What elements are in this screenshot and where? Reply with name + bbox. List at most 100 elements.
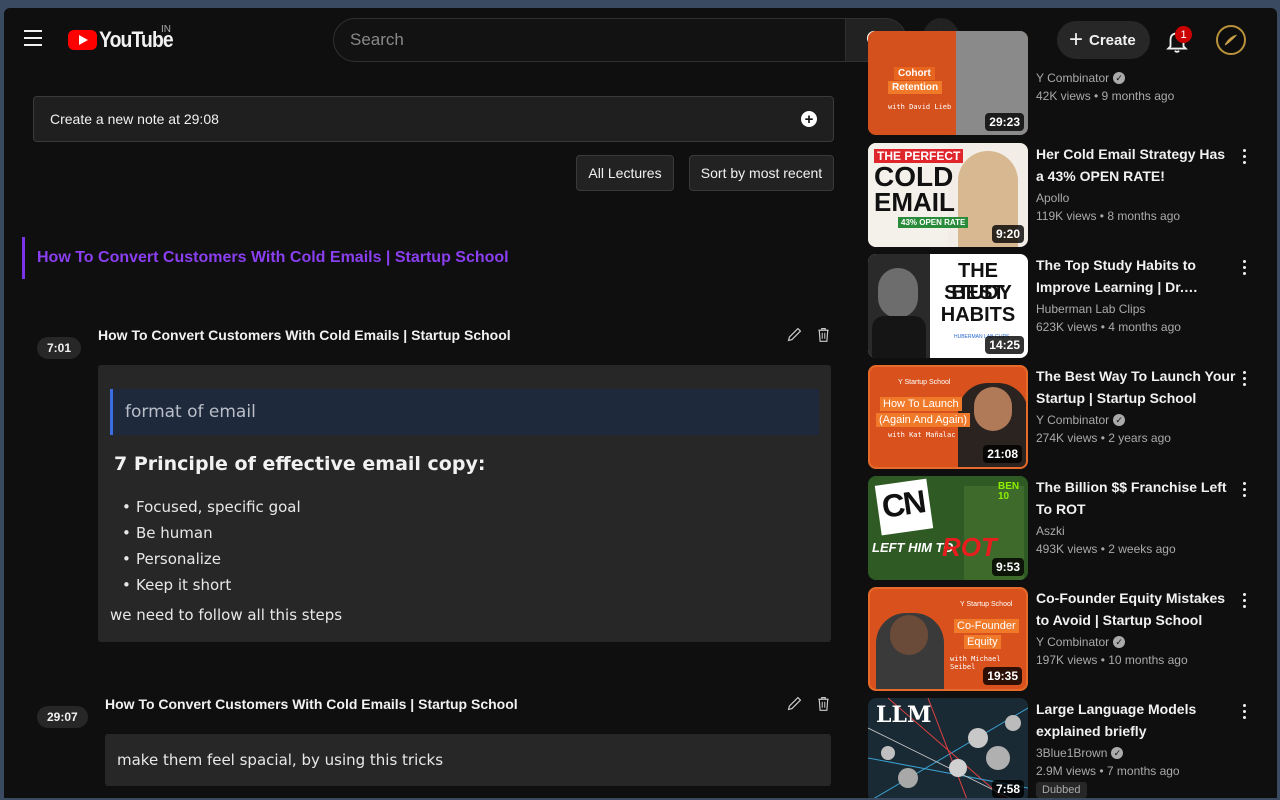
channel-label: Y Combinator: [1036, 413, 1110, 427]
search-input[interactable]: [350, 30, 845, 50]
recommendation-card[interactable]: THE PERFECT COLD EMAIL 43% OPEN RATE 9:2…: [868, 143, 1268, 247]
video-thumbnail[interactable]: CN BEN 10 LEFT HIM TO ROT 9:53: [868, 476, 1028, 580]
add-note-icon[interactable]: +: [801, 111, 817, 127]
edit-pencil-icon[interactable]: [786, 695, 803, 712]
app-window: YouTube IN + Create 1 Create a new note …: [4, 8, 1277, 798]
thumbnail-text: Cohort: [894, 67, 935, 80]
video-duration: 7:58: [991, 780, 1024, 798]
channel-name[interactable]: Huberman Lab Clips: [1036, 302, 1236, 316]
video-thumbnail[interactable]: Cohort Retention with David Lieb 29:23: [868, 31, 1028, 135]
thumbnail-text: Retention: [888, 81, 943, 94]
note-timestamp[interactable]: 7:01: [37, 337, 82, 359]
channel-name[interactable]: Y Combinator ✓: [1036, 635, 1236, 649]
video-info: Large Language Models explained briefly …: [1036, 698, 1236, 798]
country-code: IN: [161, 24, 171, 35]
list-item: Personalize: [122, 549, 301, 575]
video-info: Y Combinator ✓ 42K views • 9 months ago: [1036, 67, 1236, 103]
thumbnail-text: STUDY: [944, 282, 1012, 304]
video-duration: 9:20: [991, 225, 1024, 243]
video-info: The Billion $$ Franchise Left To ROT Asz…: [1036, 476, 1236, 556]
video-title[interactable]: Her Cold Email Strategy Has a 43% OPEN R…: [1036, 143, 1236, 187]
video-meta: 493K views • 2 weeks ago: [1036, 542, 1176, 556]
thumbnail-text: ROT: [942, 532, 997, 562]
video-thumbnail[interactable]: Y Startup School How To Launch (Again An…: [868, 365, 1028, 469]
recommendation-card[interactable]: THE BEST STUDY HABITS HUBERMAN LAB CLIPS…: [868, 254, 1268, 358]
note-content[interactable]: make them feel spacial, by using this tr…: [105, 734, 831, 786]
video-title[interactable]: Large Language Models explained briefly: [1036, 698, 1236, 742]
more-options-icon[interactable]: [1236, 593, 1252, 608]
video-thumbnail[interactable]: LLM 7:58: [868, 698, 1028, 798]
note-actions: [786, 326, 832, 343]
edit-pencil-icon[interactable]: [786, 326, 803, 343]
thumbnail-text: 43% OPEN RATE: [898, 217, 969, 228]
note-paragraph: we need to follow all this steps: [110, 606, 343, 624]
more-options-icon[interactable]: [1236, 149, 1252, 164]
video-duration: 19:35: [983, 667, 1022, 685]
video-info: The Best Way To Launch Your Startup | St…: [1036, 365, 1236, 445]
more-options-icon[interactable]: [1236, 371, 1252, 386]
thumbnail-text: Co-Founder: [954, 619, 1019, 633]
video-thumbnail[interactable]: Y Startup School Co-Founder Equity with …: [868, 587, 1028, 691]
video-meta: 42K views • 9 months ago: [1036, 89, 1175, 103]
verified-icon: ✓: [1113, 72, 1126, 84]
channel-name[interactable]: Y Combinator ✓: [1036, 413, 1236, 427]
channel-label: Y Combinator: [1036, 71, 1110, 85]
channel-name[interactable]: Y Combinator ✓: [1036, 71, 1236, 85]
verified-icon: ✓: [1111, 747, 1124, 759]
delete-trash-icon[interactable]: [815, 326, 832, 343]
delete-trash-icon[interactable]: [815, 695, 832, 712]
video-title[interactable]: The Top Study Habits to Improve Learning…: [1036, 254, 1236, 298]
video-title[interactable]: The Billion $$ Franchise Left To ROT: [1036, 476, 1236, 520]
list-item: Be human: [122, 523, 301, 549]
more-options-icon[interactable]: [1236, 260, 1252, 275]
recommendation-card[interactable]: CN BEN 10 LEFT HIM TO ROT 9:53 The Billi…: [868, 476, 1268, 580]
thumbnail-text: LLM: [876, 702, 932, 728]
thumbnail-text: with Kat Mañalac: [888, 431, 956, 439]
video-info: Co-Founder Equity Mistakes to Avoid | St…: [1036, 587, 1236, 667]
list-item: Focused, specific goal: [122, 497, 301, 523]
note-text: make them feel spacial, by using this tr…: [117, 751, 444, 769]
thumbnail-text: with David Lieb: [888, 103, 952, 111]
channel-name[interactable]: Apollo: [1036, 191, 1236, 205]
channel-label: 3Blue1Brown: [1036, 746, 1108, 760]
video-thumbnail[interactable]: THE BEST STUDY HABITS HUBERMAN LAB CLIPS…: [868, 254, 1028, 358]
youtube-play-icon: [68, 30, 97, 50]
channel-label: Huberman Lab Clips: [1036, 302, 1146, 316]
thumbnail-text: BEN 10: [998, 481, 1020, 502]
recommendation-card[interactable]: Y Startup School Co-Founder Equity with …: [868, 587, 1268, 691]
lecture-title[interactable]: How To Convert Customers With Cold Email…: [22, 237, 509, 279]
all-lectures-button[interactable]: All Lectures: [576, 155, 674, 191]
video-meta: 197K views • 10 months ago: [1036, 653, 1188, 667]
video-duration: 9:53: [991, 558, 1024, 576]
verified-icon: ✓: [1113, 414, 1126, 426]
dubbed-badge: Dubbed: [1036, 782, 1087, 798]
video-title[interactable]: Co-Founder Equity Mistakes to Avoid | St…: [1036, 587, 1236, 631]
channel-label: Y Combinator: [1036, 635, 1110, 649]
note-heading: 7 Principle of effective email copy:: [114, 453, 486, 475]
thumbnail-text: EMAIL: [874, 187, 955, 217]
video-info: The Top Study Habits to Improve Learning…: [1036, 254, 1236, 334]
thumbnail-text: Y Startup School: [898, 379, 951, 386]
sort-button[interactable]: Sort by most recent: [689, 155, 834, 191]
video-meta: 119K views • 8 months ago: [1036, 209, 1181, 223]
note-timestamp[interactable]: 29:07: [37, 706, 88, 728]
more-options-icon[interactable]: [1236, 704, 1252, 719]
note-quote: format of email: [110, 389, 819, 435]
note-content[interactable]: format of email 7 Principle of effective…: [98, 365, 831, 642]
channel-name[interactable]: 3Blue1Brown ✓: [1036, 746, 1236, 760]
new-note-input[interactable]: Create a new note at 29:08 +: [33, 96, 834, 142]
thumbnail-text: CN: [879, 483, 927, 525]
recommendation-card[interactable]: Y Startup School How To Launch (Again An…: [868, 365, 1268, 469]
recommendation-card[interactable]: LLM 7:58 Large Language Models explained…: [868, 698, 1268, 798]
video-meta: 2.9M views • 7 months ago: [1036, 764, 1180, 778]
video-meta: 274K views • 2 years ago: [1036, 431, 1171, 445]
video-duration: 29:23: [985, 113, 1024, 131]
recommendation-card[interactable]: Cohort Retention with David Lieb 29:23 Y…: [868, 31, 1268, 135]
list-item: Keep it short: [122, 575, 301, 601]
video-title[interactable]: The Best Way To Launch Your Startup | St…: [1036, 365, 1236, 409]
video-thumbnail[interactable]: THE PERFECT COLD EMAIL 43% OPEN RATE 9:2…: [868, 143, 1028, 247]
menu-icon[interactable]: [24, 30, 42, 46]
thumbnail-text: Y Startup School: [960, 601, 1013, 608]
more-options-icon[interactable]: [1236, 482, 1252, 497]
channel-name[interactable]: Aszki: [1036, 524, 1236, 538]
